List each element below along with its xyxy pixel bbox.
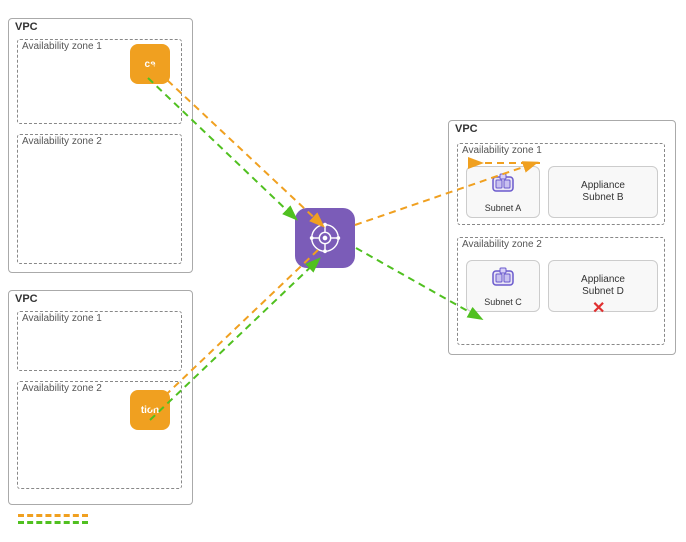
vpc-right: VPC Availability zone 1 Subnet A Applian… <box>448 120 676 355</box>
vpc-right-label: VPC <box>449 121 675 137</box>
subnet-b-label: ApplianceSubnet B <box>581 180 625 204</box>
vpc-left-1-az2-label: Availability zone 2 <box>18 135 181 148</box>
vpc-left-1-az2: Availability zone 2 <box>17 134 182 264</box>
vpc-left-1-label: VPC <box>9 19 192 35</box>
hub-gateway-icon <box>295 208 355 268</box>
vpc-left-2-label: VPC <box>9 291 192 307</box>
vpc-left-2-az1-label: Availability zone 1 <box>18 312 181 325</box>
subnet-a-label: Subnet A <box>485 203 522 214</box>
vpc-left-2-az1: Availability zone 1 <box>17 311 182 371</box>
source-1-label: ce <box>144 59 155 70</box>
subnet-a-icon <box>491 171 515 201</box>
subnet-c: Subnet C <box>466 260 540 312</box>
subnet-d-label: ApplianceSubnet D <box>581 274 625 298</box>
subnet-c-label: Subnet C <box>484 297 522 308</box>
source-icon-1: ce <box>130 44 170 84</box>
legend-item-green <box>18 521 88 524</box>
subnet-c-icon <box>491 265 515 295</box>
legend-item-orange <box>18 514 88 517</box>
vpc-right-az1: Availability zone 1 Subnet A ApplianceSu… <box>457 143 665 225</box>
legend-line-orange <box>18 514 88 517</box>
source-icon-2: tion <box>130 390 170 430</box>
legend-line-green <box>18 521 88 524</box>
source-2-label: tion <box>141 405 159 416</box>
error-mark: ✕ <box>592 298 605 318</box>
legend <box>18 514 88 524</box>
vpc-right-az2-label: Availability zone 2 <box>458 238 664 251</box>
vpc-right-az1-label: Availability zone 1 <box>458 144 664 157</box>
subnet-b: ApplianceSubnet B <box>548 166 658 218</box>
vpc-right-az2: Availability zone 2 Subnet C ApplianceSu… <box>457 237 665 345</box>
subnet-a: Subnet A <box>466 166 540 218</box>
diagram-container: VPC Availability zone 1 Availability zon… <box>0 0 686 542</box>
